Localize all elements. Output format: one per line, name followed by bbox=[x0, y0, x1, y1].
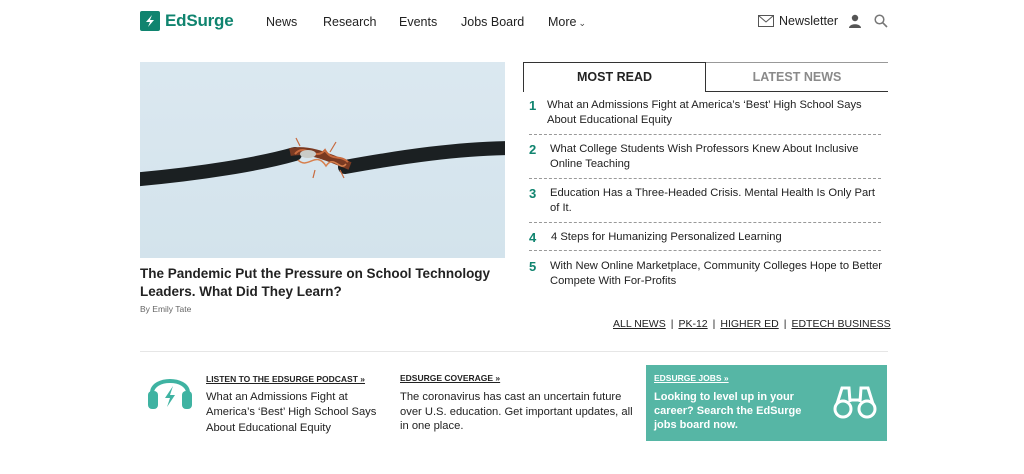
list-item-number: 4 bbox=[529, 230, 537, 245]
separator: | bbox=[783, 318, 787, 330]
hero-byline: By Emily Tate bbox=[140, 304, 192, 314]
logo[interactable]: EdSurge bbox=[140, 11, 234, 31]
tab-latest-news[interactable]: LATEST NEWS bbox=[706, 62, 888, 92]
hero-image[interactable] bbox=[140, 62, 505, 258]
link-all-news[interactable]: ALL NEWS bbox=[613, 318, 666, 330]
list-item[interactable]: 4 4 Steps for Humanizing Personalized Le… bbox=[529, 230, 881, 251]
list-item-number: 2 bbox=[529, 142, 537, 157]
list-item-title[interactable]: What College Students Wish Professors Kn… bbox=[550, 142, 886, 172]
jobs-promo[interactable]: EDSURGE JOBS » Looking to level up in yo… bbox=[646, 365, 887, 441]
separator: | bbox=[712, 318, 716, 330]
nav-events[interactable]: Events bbox=[399, 15, 437, 29]
headphones-icon[interactable] bbox=[146, 367, 194, 413]
jobs-label[interactable]: EDSURGE JOBS » bbox=[654, 373, 729, 383]
list-item-title[interactable]: 4 Steps for Humanizing Personalized Lear… bbox=[551, 230, 887, 245]
list-item[interactable]: 3 Education Has a Three-Headed Crisis. M… bbox=[529, 186, 881, 223]
envelope-icon bbox=[758, 15, 774, 27]
coverage-text[interactable]: The coronavirus has cast an uncertain fu… bbox=[400, 390, 640, 434]
user-icon[interactable] bbox=[848, 14, 862, 28]
nav-more-label: More bbox=[548, 15, 577, 29]
newsletter-link[interactable]: Newsletter bbox=[758, 14, 838, 28]
coverage-label[interactable]: EDSURGE COVERAGE » bbox=[400, 373, 500, 383]
chevron-down-icon: ⌄ bbox=[578, 18, 587, 28]
list-item[interactable]: 1 What an Admissions Fight at America’s … bbox=[529, 98, 881, 135]
search-icon[interactable] bbox=[874, 14, 888, 28]
newsletter-label: Newsletter bbox=[779, 14, 839, 28]
nav-more[interactable]: More ⌄ bbox=[548, 15, 586, 29]
link-edtech-business[interactable]: EDTECH BUSINESS bbox=[791, 318, 890, 330]
link-higher-ed[interactable]: HIGHER ED bbox=[720, 318, 778, 330]
section-divider bbox=[140, 351, 888, 352]
list-item-title[interactable]: Education Has a Three-Headed Crisis. Men… bbox=[550, 186, 886, 216]
list-item-title[interactable]: With New Online Marketplace, Community C… bbox=[550, 259, 886, 289]
news-tabs: MOST READ LATEST NEWS bbox=[523, 62, 888, 92]
site-header: EdSurge News Research Events Jobs Board … bbox=[0, 0, 1024, 44]
tab-most-read[interactable]: MOST READ bbox=[523, 62, 706, 92]
nav-jobs-board[interactable]: Jobs Board bbox=[461, 15, 524, 29]
nav-research[interactable]: Research bbox=[323, 15, 377, 29]
category-links: ALL NEWS | PK-12 | HIGHER ED | EDTECH BUSINESS bbox=[613, 318, 891, 330]
binoculars-icon bbox=[833, 386, 877, 419]
logo-text: EdSurge bbox=[165, 11, 234, 30]
podcast-title[interactable]: What an Admissions Fight at America’s ‘B… bbox=[206, 390, 386, 436]
link-pk-12[interactable]: PK-12 bbox=[678, 318, 707, 330]
list-item-title[interactable]: What an Admissions Fight at America’s ‘B… bbox=[547, 98, 883, 128]
edsurge-logo-icon bbox=[140, 11, 160, 31]
jobs-text[interactable]: Looking to level up in your career? Sear… bbox=[654, 390, 824, 432]
list-item[interactable]: 5 With New Online Marketplace, Community… bbox=[529, 259, 882, 291]
list-item-number: 1 bbox=[529, 98, 537, 113]
separator: | bbox=[670, 318, 674, 330]
hero-headline[interactable]: The Pandemic Put the Pressure on School … bbox=[140, 265, 510, 301]
list-item-number: 5 bbox=[529, 259, 537, 274]
list-item-number: 3 bbox=[529, 186, 537, 201]
podcast-label[interactable]: LISTEN TO THE EDSURGE PODCAST » bbox=[206, 374, 365, 384]
nav-news[interactable]: News bbox=[266, 15, 297, 29]
list-item[interactable]: 2 What College Students Wish Professors … bbox=[529, 142, 881, 179]
